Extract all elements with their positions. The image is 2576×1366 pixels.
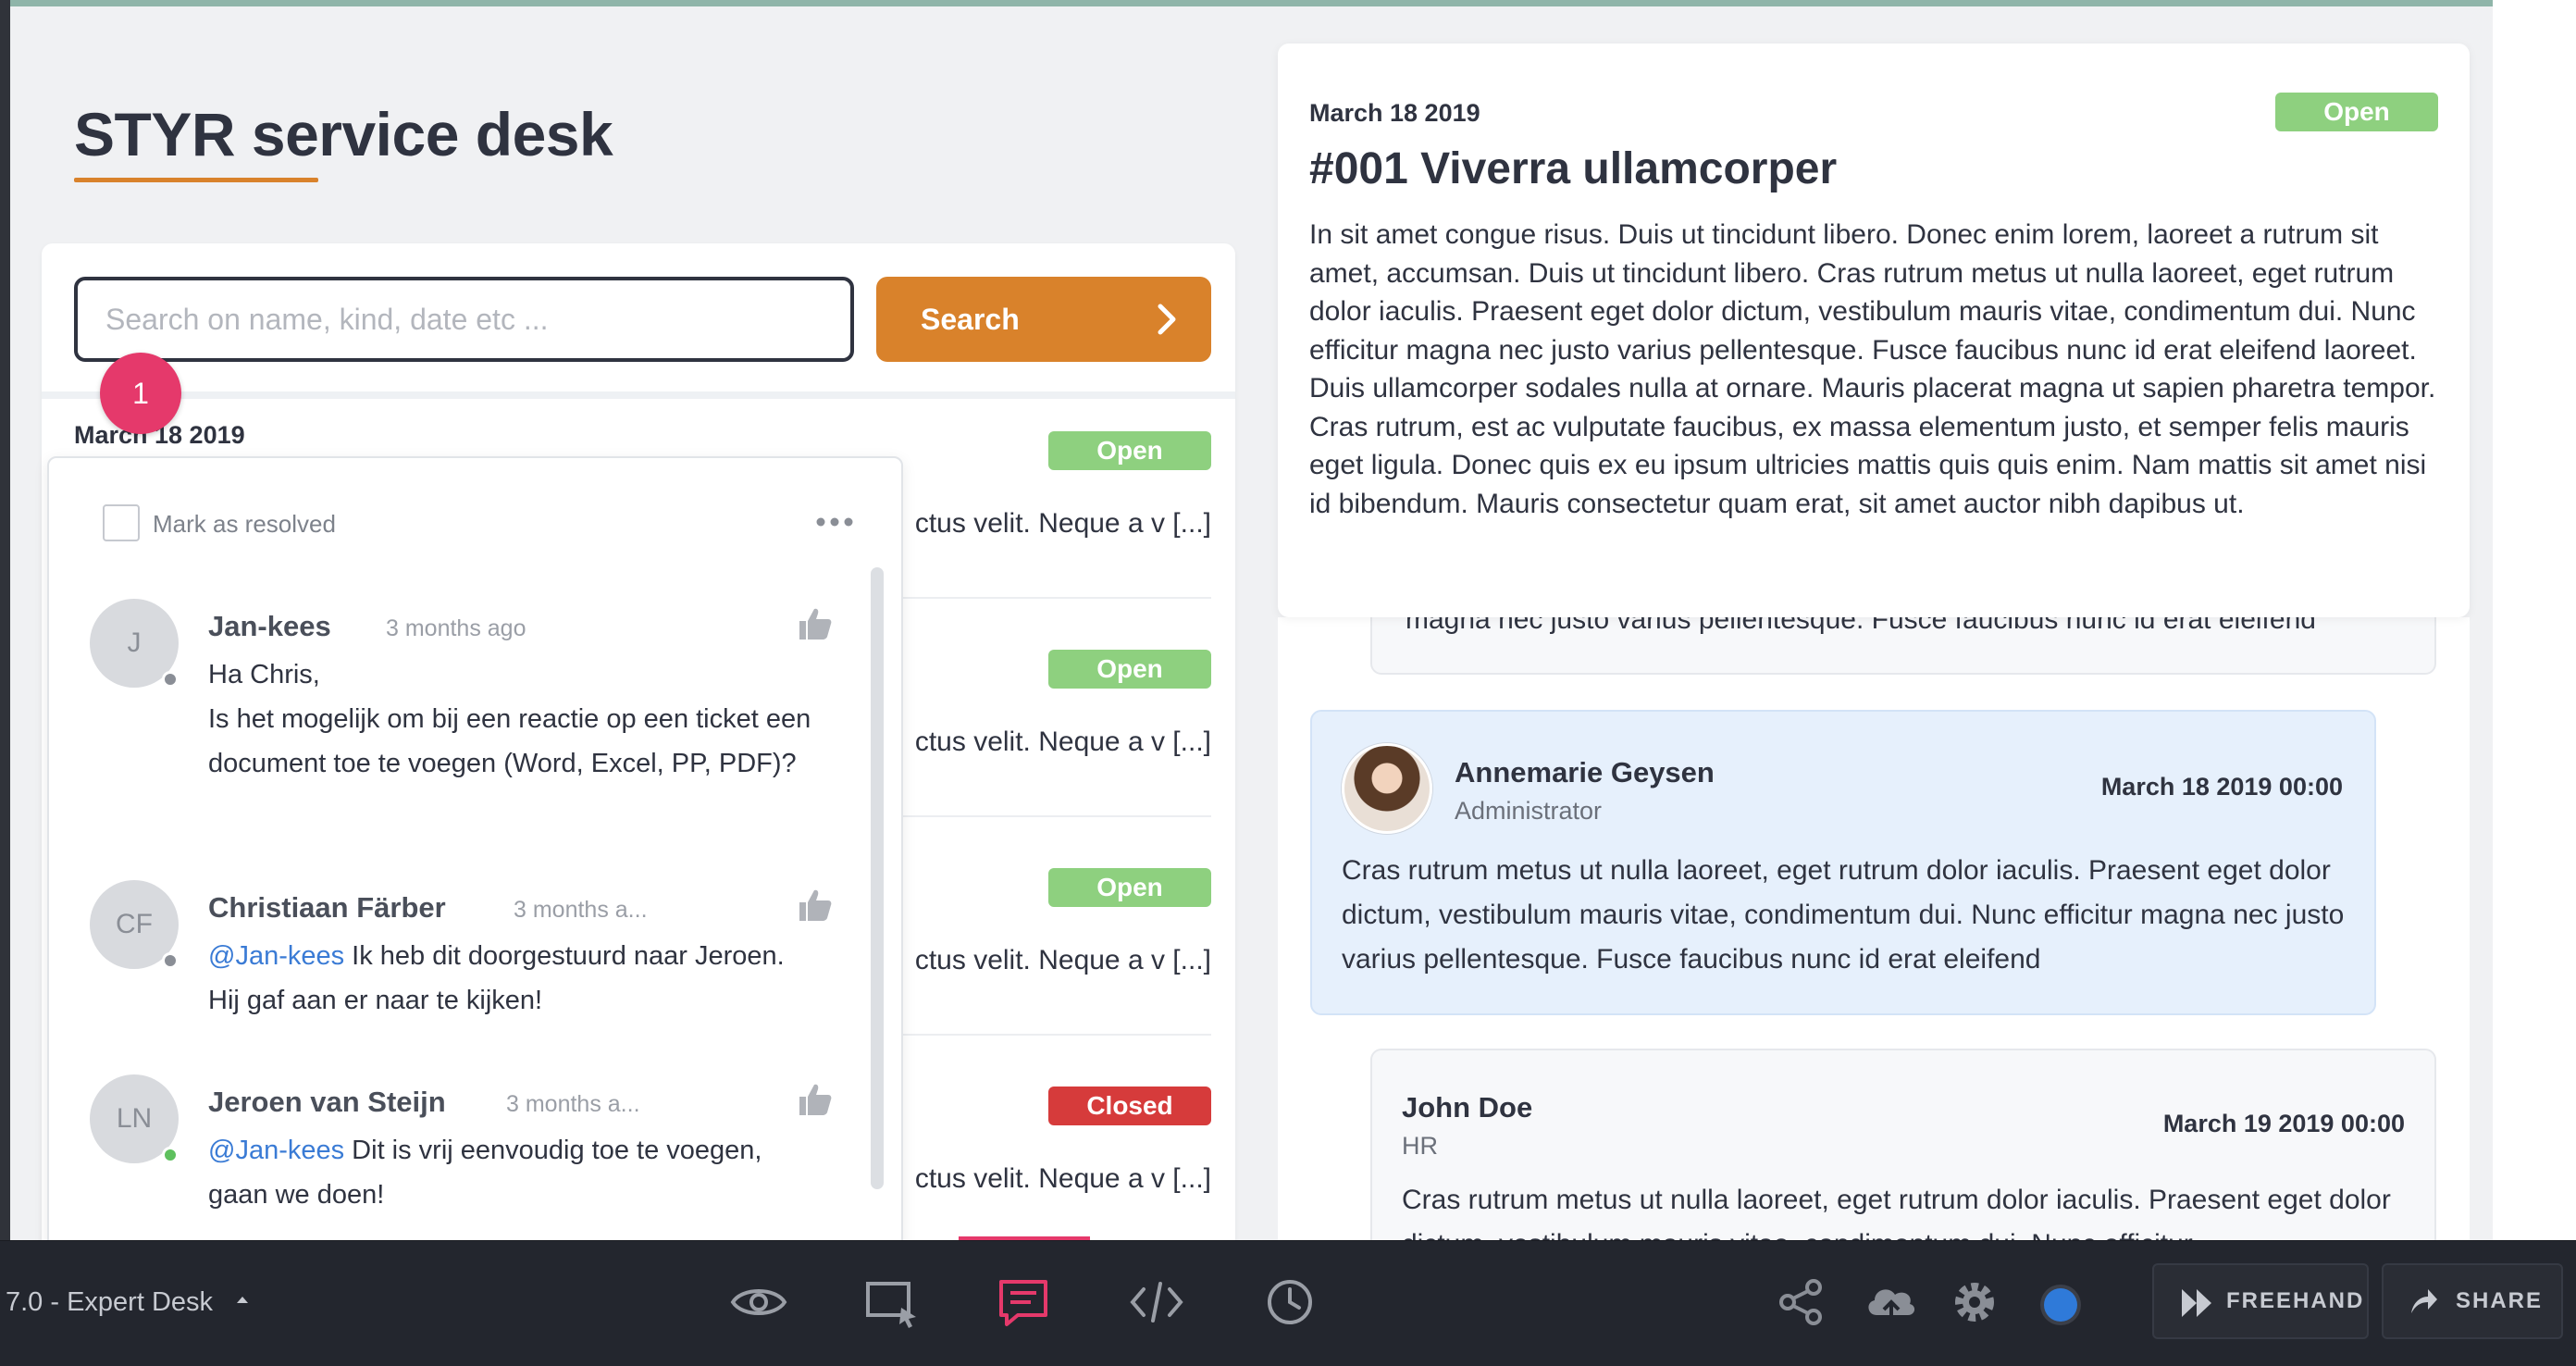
ticket-detail-card: March 18 2019 Open #001 Viverra ullamcor… — [1278, 43, 2470, 617]
comment-author: Jeroen van Steijn — [208, 1086, 446, 1118]
status-badge: Open — [2275, 93, 2438, 131]
reply-card: John Doe HR March 19 2019 00:00 Cras rut… — [1370, 1049, 2436, 1240]
code-icon[interactable] — [1127, 1273, 1186, 1332]
history-icon[interactable] — [1260, 1273, 1319, 1332]
reply-role: Administrator — [1455, 797, 1603, 825]
title-underline — [74, 178, 318, 182]
eye-icon[interactable] — [729, 1273, 788, 1332]
comment-time: 3 months a... — [514, 897, 648, 923]
comment-body: @Jan-kees Ik heb dit doorgestuurd naar J… — [208, 934, 819, 1023]
comment-body: @Jan-kees Dit is vrij eenvoudig toe te v… — [208, 1128, 819, 1217]
comment-item: CF Christiaan Färber 3 months a... @Jan-… — [90, 880, 832, 1047]
thumbs-up-icon[interactable] — [797, 1082, 834, 1117]
ticket-snippet: ctus velit. Neque a v [...] — [914, 508, 1211, 539]
gear-icon[interactable] — [1945, 1273, 2004, 1332]
select-area-icon[interactable] — [862, 1273, 922, 1332]
presence-indicator — [162, 952, 179, 969]
avatar — [1342, 743, 1432, 834]
chevron-right-icon — [1158, 304, 1176, 335]
freehand-label: FREEHAND — [2226, 1288, 2365, 1313]
reply-body: Cras rutrum metus ut nulla laoreet, eget… — [1402, 1185, 2391, 1240]
comment-popover: Mark as resolved J Jan-kees 3 months ago… — [47, 456, 903, 1240]
mark-resolved-label[interactable]: Mark as resolved — [153, 510, 336, 539]
search-button[interactable]: Search — [876, 277, 1211, 362]
cloud-upload-icon[interactable] — [1862, 1273, 1921, 1332]
comment-item: J Jan-kees 3 months ago Ha Chris, Is het… — [90, 599, 832, 839]
status-badge: Closed — [1048, 1087, 1211, 1125]
thumbs-up-icon[interactable] — [797, 606, 834, 641]
comment-line: Is het mogelijk om bij een reactie op ee… — [208, 704, 811, 778]
share-label: SHARE — [2456, 1288, 2544, 1313]
comment-author: Christiaan Färber — [208, 891, 446, 924]
comment-icon[interactable] — [994, 1273, 1053, 1332]
mention-link[interactable]: @Jan-kees — [208, 941, 344, 971]
presence-indicator — [162, 671, 179, 688]
popover-scrollbar[interactable] — [871, 567, 884, 1189]
ticket-snippet: ctus velit. Neque a v [...] — [914, 945, 1211, 975]
page-title: STYR service desk — [74, 100, 613, 168]
presence-indicator — [162, 1147, 179, 1163]
comment-time: 3 months a... — [506, 1091, 640, 1117]
comment-body: Ha Chris, Is het mogelijk om bij een rea… — [208, 652, 819, 786]
thumbs-up-icon[interactable] — [797, 888, 834, 923]
reply-card-admin: Annemarie Geysen Administrator March 18 … — [1310, 710, 2376, 1015]
share-nodes-icon[interactable] — [1771, 1273, 1830, 1332]
prototype-canvas: STYR service desk Search March 18 2019 O… — [10, 6, 2493, 1240]
left-edge-bar — [0, 0, 10, 1240]
share-button[interactable]: SHARE — [2382, 1263, 2563, 1339]
mark-resolved-checkbox[interactable] — [103, 504, 140, 541]
ticket-body: In sit amet congue risus. Duis ut tincid… — [1309, 219, 2436, 519]
mention-link[interactable]: @Jan-kees — [208, 1136, 344, 1165]
more-options-icon[interactable] — [811, 508, 858, 536]
reply-body: Cras rutrum metus ut nulla laoreet, eget… — [1342, 855, 2345, 975]
search-button-label: Search — [921, 302, 1020, 336]
comment-line: Ha Chris, — [208, 660, 320, 689]
user-dot-icon[interactable] — [2044, 1288, 2077, 1322]
ticket-date: March 18 2019 — [1309, 99, 1480, 127]
project-selector[interactable]: 7.0 - Expert Desk — [6, 1287, 213, 1318]
ticket-snippet: ctus velit. Neque a v [...] — [914, 1163, 1211, 1194]
top-accent-strip — [0, 0, 2493, 6]
reply-author: John Doe — [1402, 1091, 1533, 1124]
status-badge: Open — [1048, 650, 1211, 689]
caret-up-icon[interactable] — [235, 1293, 250, 1306]
comment-marker[interactable]: 1 — [100, 353, 181, 434]
status-badge: Open — [1048, 431, 1211, 470]
ticket-title: #001 Viverra ullamcorper — [1309, 144, 1838, 193]
comment-time: 3 months ago — [386, 615, 526, 641]
reply-date: March 19 2019 00:00 — [2162, 1110, 2405, 1137]
reply-date: March 18 2019 00:00 — [2100, 773, 2343, 801]
reply-role: HR — [1402, 1132, 1438, 1160]
ticket-snippet: ctus velit. Neque a v [...] — [914, 726, 1211, 757]
comment-item: LN Jeroen van Steijn 3 months a... @Jan-… — [90, 1074, 832, 1240]
comment-author: Jan-kees — [208, 610, 331, 642]
right-gutter — [2493, 0, 2576, 1240]
bottom-toolbar: 7.0 - Expert Desk FREEHAND SHARE — [0, 1240, 2576, 1366]
reply-author: Annemarie Geysen — [1455, 756, 1715, 789]
share-arrow-icon — [2411, 1289, 2437, 1313]
freehand-button[interactable]: FREEHAND — [2152, 1263, 2369, 1339]
status-badge: Open — [1048, 868, 1211, 907]
search-input[interactable] — [74, 277, 854, 362]
freehand-icon — [2182, 1289, 2211, 1317]
